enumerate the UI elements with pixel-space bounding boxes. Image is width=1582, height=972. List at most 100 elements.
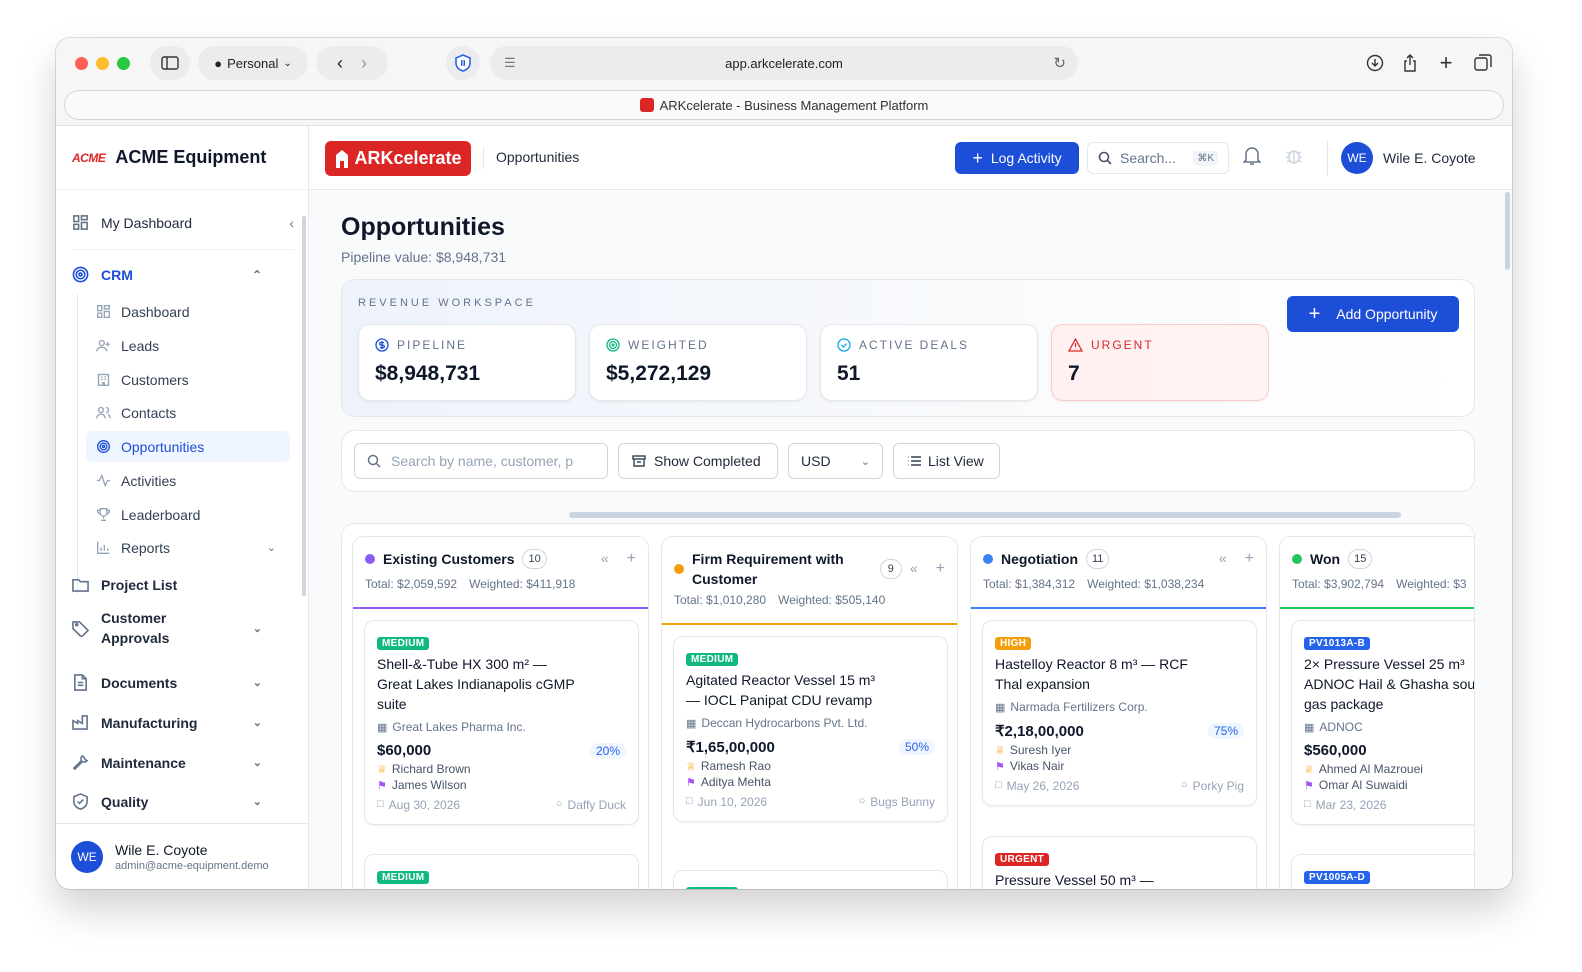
deal-card[interactable]: MEDIUM Agitated Reactor Vessel 15 m³ — IO…	[673, 636, 948, 822]
deal-customer: ▦ Narmada Fertilizers Corp.	[995, 700, 1244, 714]
calendar-icon: □	[995, 779, 1002, 791]
profile-button[interactable]: ● Personal ⌄	[198, 46, 308, 80]
share-icon[interactable]	[1393, 46, 1427, 80]
owner-name: Richard Brown	[391, 762, 471, 776]
minimize-window-button[interactable]	[96, 57, 109, 70]
sidebar-item-customers[interactable]: Customers	[86, 364, 290, 395]
column-color-dot	[983, 554, 993, 564]
tree-line	[77, 294, 78, 594]
sidebar-item-label: Documents	[101, 674, 178, 691]
collapse-column-icon[interactable]: «	[910, 560, 918, 578]
list-view-button[interactable]: List View	[893, 443, 1000, 479]
breadcrumb[interactable]: Opportunities	[496, 149, 579, 165]
bell-icon[interactable]	[1242, 146, 1262, 171]
column-total: Total: $1,010,280	[674, 593, 767, 607]
kanban-column: Firm Requirement with Customer 9 « + Total: …	[661, 536, 958, 889]
add-deal-icon[interactable]: +	[627, 550, 636, 568]
sidebar-item-contacts[interactable]: Contacts	[86, 397, 290, 428]
reload-icon[interactable]: ↻	[1053, 54, 1066, 72]
sidebar-item-customer-approvals[interactable]: Customer Approvals ⌄	[72, 608, 262, 648]
sidebar-item-crm[interactable]: CRM ⌃	[72, 266, 262, 283]
column-totals: Total: $3,902,794 Weighted: $3	[1292, 577, 1474, 591]
add-deal-icon[interactable]: +	[936, 560, 945, 578]
currency-select[interactable]: USD ⌄	[788, 443, 883, 479]
sidebar-toggle-icon[interactable]	[150, 46, 190, 80]
download-icon[interactable]	[1358, 46, 1392, 80]
active-tab[interactable]: ARKcelerate - Business Management Platfo…	[64, 90, 1504, 120]
column-header: Negotiation 11 « + Total: $1,384,312 Weighted…	[971, 537, 1266, 609]
column-title-row: Won15«+	[1292, 549, 1474, 569]
forward-icon[interactable]: ›	[361, 53, 367, 74]
deal-card[interactable]: MEDIUM Shell-&-Tube HX 300 m² — Great Lak…	[364, 620, 639, 825]
sidebar-item-dashboard[interactable]: Dashboard	[86, 296, 290, 327]
dashboard-icon	[73, 215, 88, 230]
maximize-window-button[interactable]	[117, 57, 130, 70]
sidebar: ACME ACME Equipment My Dashboard ‹ CRM ⌃…	[56, 126, 309, 889]
kpi-value: 7	[1068, 362, 1080, 385]
sidebar-item-label: Manufacturing	[101, 714, 198, 731]
sidebar-item-leaderboard[interactable]: Leaderboard	[86, 499, 290, 530]
dollar-icon	[375, 338, 389, 352]
arkcelerate-logo[interactable]: ARKcelerate	[325, 141, 471, 176]
sidebar-item-leads[interactable]: Leads	[86, 330, 290, 361]
column-title-row: Existing Customers 10 « +	[365, 549, 636, 569]
back-icon[interactable]: ‹	[337, 53, 343, 74]
check-circle-icon	[837, 338, 851, 352]
sidebar-item-project-list[interactable]: Project List	[72, 576, 262, 593]
divider	[1327, 140, 1328, 176]
global-search[interactable]: Search... ⌘K	[1087, 142, 1229, 174]
kpi-label: PIPELINE	[397, 338, 468, 352]
calendar-icon: □	[1304, 798, 1311, 810]
add-opportunity-button[interactable]: + Add Opportunity	[1287, 296, 1459, 332]
sidebar-scrollbar[interactable]	[302, 216, 306, 596]
deal-card[interactable]: PV1005A-D	[1291, 854, 1474, 889]
company-brand[interactable]: ACME ACME Equipment	[56, 126, 308, 190]
collapse-column-icon[interactable]: «	[601, 550, 609, 568]
bug-icon[interactable]	[1285, 147, 1303, 170]
sidebar-item-label: Maintenance	[101, 754, 186, 771]
collapse-column-icon[interactable]: «	[1219, 550, 1227, 568]
main-vertical-scrollbar[interactable]	[1505, 192, 1510, 270]
search-icon	[1098, 151, 1112, 165]
target-icon	[72, 266, 89, 283]
deal-card[interactable]: MEDIUM	[364, 854, 639, 889]
deal-card[interactable]: HIGH Hastelloy Reactor 8 m³ — RCF Thal ex…	[982, 620, 1257, 806]
close-window-button[interactable]	[75, 57, 88, 70]
crown-icon: ♕	[995, 744, 1005, 757]
deal-title: Agitated Reactor Vessel 15 m³ — IOCL Pan…	[686, 672, 876, 708]
deal-card[interactable]: PV1013A-B 2× Pressure Vessel 25 m³ ADNOC …	[1291, 620, 1474, 825]
sidebar-item-opportunities[interactable]: Opportunities	[86, 431, 290, 462]
top-bar: ARKcelerate Opportunities + Log Activity…	[309, 126, 1512, 190]
sidebar-item-quality[interactable]: Quality ⌄	[72, 793, 262, 810]
column-count-badge: 15	[1348, 549, 1373, 569]
board-horizontal-scrollbar[interactable]	[569, 512, 1401, 518]
tabs-overview-icon[interactable]	[1466, 46, 1500, 80]
sidebar-item-my-dashboard[interactable]: My Dashboard ‹	[72, 214, 294, 231]
opportunity-search-input[interactable]: Search by name, customer, p	[354, 443, 608, 479]
shield-icon[interactable]	[446, 46, 480, 80]
sidebar-item-activities[interactable]: Activities	[86, 465, 290, 496]
crown-icon: ♕	[686, 760, 696, 773]
deal-card[interactable]: MEDIUM	[673, 870, 948, 889]
profile-label: Personal	[227, 55, 279, 71]
crown-icon: ♕	[377, 763, 387, 776]
show-completed-button[interactable]: Show Completed	[618, 443, 778, 479]
column-count-badge: 9	[879, 559, 902, 579]
sidebar-user[interactable]: WE Wile E. Coyote admin@acme-equipment.d…	[56, 823, 309, 889]
user-plus-icon	[96, 339, 110, 352]
user-menu[interactable]: WE Wile E. Coyote	[1341, 142, 1476, 174]
kpi-active-deals: ACTIVE DEALS 51	[820, 324, 1038, 401]
add-deal-icon[interactable]: +	[1245, 550, 1254, 568]
sidebar-item-label: Customer Approvals	[101, 610, 170, 646]
building-icon: ▦	[377, 721, 388, 734]
plus-icon: +	[1308, 302, 1321, 325]
column-weighted: Weighted: $505,140	[778, 593, 886, 607]
sidebar-item-documents[interactable]: Documents ⌄	[72, 674, 262, 691]
address-bar[interactable]: ☰ app.arkcelerate.com ↻	[490, 46, 1078, 80]
sidebar-item-manufacturing[interactable]: Manufacturing ⌄	[72, 714, 262, 731]
deal-card[interactable]: URGENT Pressure Vessel 50 m³ —	[982, 836, 1257, 889]
log-activity-button[interactable]: + Log Activity	[955, 142, 1079, 174]
sidebar-item-reports[interactable]: Reports ⌄	[86, 532, 290, 563]
new-tab-icon[interactable]: +	[1429, 46, 1463, 80]
sidebar-item-maintenance[interactable]: Maintenance ⌄	[72, 754, 262, 771]
